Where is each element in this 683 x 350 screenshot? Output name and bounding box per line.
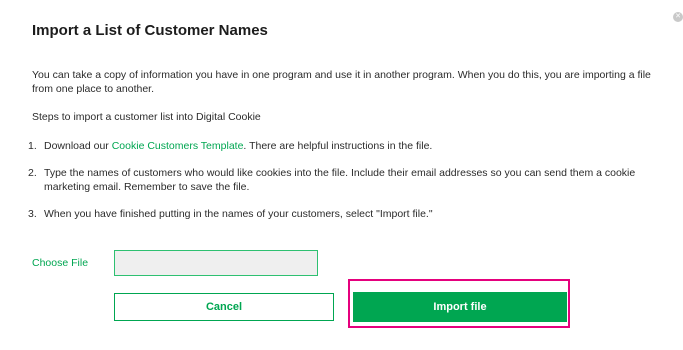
step-3: 3. When you have finished putting in the…	[28, 207, 668, 221]
step-number: 3.	[28, 208, 37, 220]
steps-heading: Steps to import a customer list into Dig…	[32, 111, 261, 123]
cancel-button[interactable]: Cancel	[114, 293, 334, 321]
step-text: Type the names of customers who would li…	[44, 167, 636, 193]
step-number: 1.	[28, 140, 37, 152]
file-name-field[interactable]	[114, 250, 318, 276]
step-1: 1. Download our Cookie Customers Templat…	[28, 139, 668, 153]
template-link[interactable]: Cookie Customers Template	[112, 140, 244, 152]
step-number: 2.	[28, 167, 37, 179]
step-text: Download our Cookie Customers Template. …	[44, 140, 433, 152]
import-file-button[interactable]: Import file	[353, 292, 567, 322]
step-text: When you have finished putting in the na…	[44, 208, 433, 220]
dialog-title: Import a List of Customer Names	[32, 22, 268, 39]
choose-file-button[interactable]: Choose File	[32, 257, 88, 269]
intro-text: You can take a copy of information you h…	[32, 69, 651, 95]
step-2: 2. Type the names of customers who would…	[28, 166, 668, 194]
close-icon[interactable]: ✕	[673, 12, 683, 22]
